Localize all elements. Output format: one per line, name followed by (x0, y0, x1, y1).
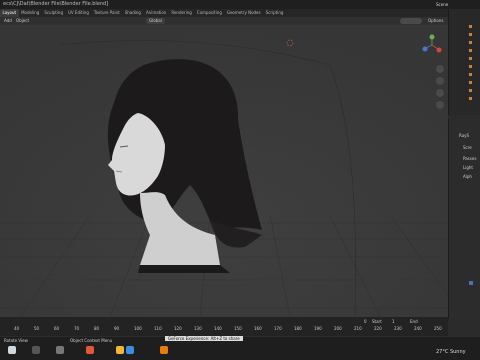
shading-buttons[interactable] (400, 18, 422, 24)
hand-icon[interactable] (436, 77, 444, 85)
workspace-tab[interactable]: Compositing (194, 9, 224, 17)
end-label: End (410, 319, 418, 324)
search-icon[interactable] (32, 346, 40, 354)
timeline-tick: 140 (214, 326, 222, 331)
prop-line-3: Light (463, 165, 473, 170)
zoom-icon[interactable] (436, 65, 444, 73)
workspace-tab[interactable]: Animation (143, 9, 168, 17)
timeline-tick: 110 (154, 326, 162, 331)
timeline-tick: 160 (254, 326, 262, 331)
task-view-icon[interactable] (56, 346, 64, 354)
timeline-tick: 190 (314, 326, 322, 331)
timeline-tick: 150 (234, 326, 242, 331)
timeline-tick: 40 (14, 326, 20, 331)
timeline-tick: 230 (394, 326, 402, 331)
prop-line-4: Alph (463, 174, 472, 179)
timeline-tick: 80 (94, 326, 100, 331)
workspace-tab[interactable]: Layout (0, 9, 19, 17)
prop-line-1: Scre (463, 145, 472, 150)
current-frame[interactable]: 0 (364, 319, 367, 324)
workspace-tab[interactable]: Rendering (169, 9, 194, 17)
menu-object[interactable]: Object (16, 17, 29, 25)
status-middle: Object Context Menu (70, 338, 113, 343)
timeline-tick: 90 (114, 326, 120, 331)
timeline-tick: 210 (354, 326, 362, 331)
weather-text[interactable]: 27°C Sunny (436, 349, 466, 355)
timeline-tick: 170 (274, 326, 282, 331)
explorer-icon[interactable] (116, 346, 124, 354)
workspace-tab[interactable]: Texture Paint (91, 9, 122, 17)
timeline-tick: 180 (294, 326, 302, 331)
start-label: Start (372, 319, 382, 324)
window-title-bar: ecs\CJ\Dat\Blender File\Blender File.ble… (0, 0, 480, 9)
workspace-tab[interactable]: Geometry Nodes (224, 9, 263, 17)
scene-label[interactable]: Scene (436, 0, 448, 9)
timeline[interactable]: Start 1 End 0 40 50 60 70 80 90 100 110 120 130 14… (0, 317, 448, 336)
timeline-ticks: 40 50 60 70 80 90 100 110 120 130 140 150 160 170 180 1… (0, 326, 448, 334)
timeline-tick: 200 (334, 326, 342, 331)
grid-icon[interactable] (436, 101, 444, 109)
timeline-tick: 60 (54, 326, 60, 331)
timeline-tick: 50 (34, 326, 40, 331)
timeline-tick: 130 (194, 326, 202, 331)
menu-add[interactable]: Add (4, 17, 12, 25)
chrome-icon[interactable] (86, 346, 94, 354)
windows-taskbar: Rotate View Object Context Menu GeForce … (0, 336, 480, 360)
orientation-dropdown[interactable]: Global (146, 18, 165, 24)
3d-viewport[interactable] (0, 25, 448, 317)
workspace-tab[interactable]: Sculpting (42, 9, 66, 17)
store-icon[interactable] (126, 346, 134, 354)
properties-panel[interactable]: RayS Scre Passes Light Alph (448, 119, 480, 319)
timeline-tick: 240 (414, 326, 422, 331)
start-value[interactable]: 1 (392, 319, 395, 324)
prop-line-2: Passes (463, 156, 477, 161)
camera-icon[interactable] (436, 89, 444, 97)
window-title: ecs\CJ\Dat\Blender File\Blender File.ble… (3, 1, 109, 7)
workspace-tab[interactable]: Modeling (19, 9, 42, 17)
prop-line-0: RayS (459, 133, 470, 138)
workspace-tab[interactable]: Shading (122, 9, 143, 17)
timeline-tick: 100 (134, 326, 142, 331)
timeline-tick: 220 (374, 326, 382, 331)
playback-controls[interactable] (170, 318, 220, 324)
outliner-panel[interactable] (448, 9, 480, 115)
timeline-tick: 120 (174, 326, 182, 331)
status-tooltip: GeForce Experience: Alt+Z to share (165, 336, 243, 341)
status-left: Rotate View (4, 338, 28, 343)
outliner-rows (469, 25, 472, 100)
viewport-header: Add Object Global Options (0, 17, 448, 25)
windows-start-icon[interactable] (8, 346, 16, 354)
timeline-tick: 250 (434, 326, 442, 331)
workspace-tab[interactable]: UV Editing (66, 9, 92, 17)
timeline-tick: 70 (74, 326, 80, 331)
blender-icon[interactable] (160, 346, 168, 354)
options-button[interactable]: Options (428, 17, 443, 25)
prop-checkbox[interactable] (469, 281, 473, 285)
workspace-tab[interactable]: Scripting (263, 9, 286, 17)
workspace-tabs: Layout Modeling Sculpting UV Editing Texture… (0, 9, 480, 17)
